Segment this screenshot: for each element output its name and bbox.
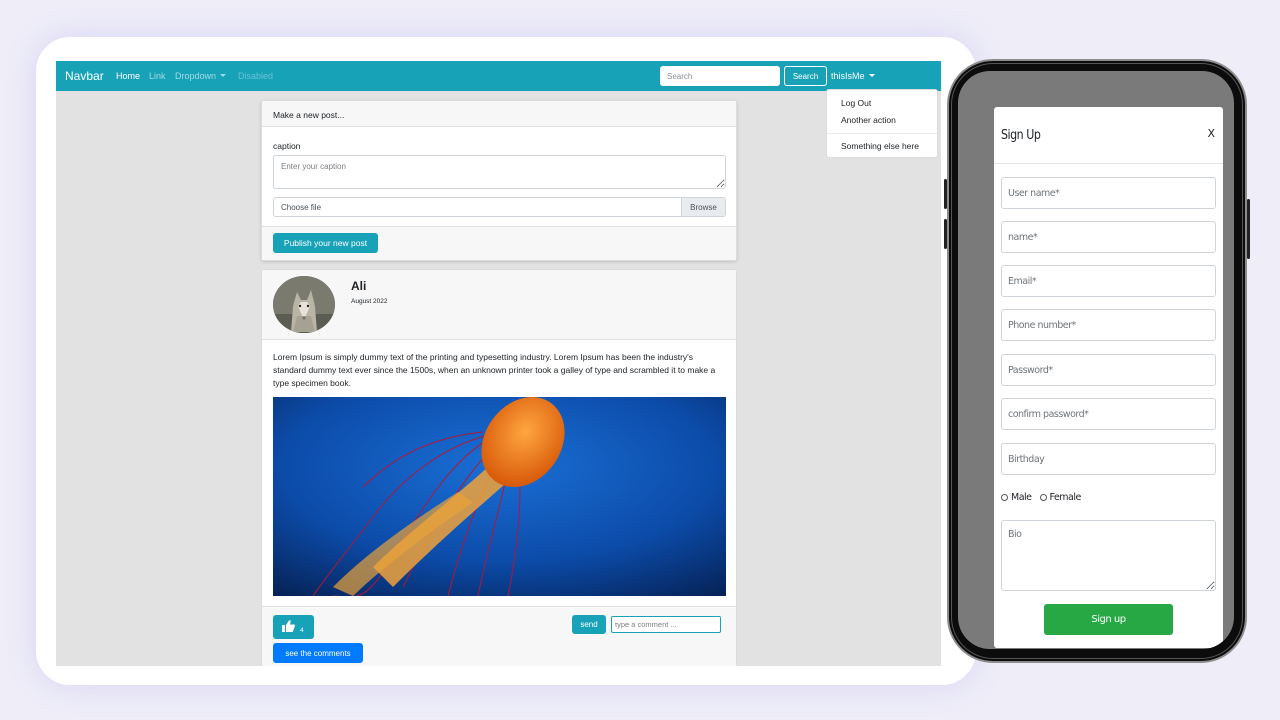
female-label: Female: [1049, 492, 1082, 503]
send-comment-button[interactable]: send: [572, 615, 606, 634]
see-comments-button[interactable]: see the comments: [273, 643, 363, 663]
browse-button[interactable]: Browse: [681, 198, 725, 216]
phone-power-button: [1247, 199, 1250, 259]
signup-title: Sign Up: [1001, 127, 1041, 143]
email-field[interactable]: [1001, 265, 1216, 297]
caret-down-icon: [220, 74, 227, 77]
file-label: Choose file: [281, 203, 322, 212]
signup-modal: Sign Up X Male Female Sign up: [994, 107, 1223, 648]
bio-field[interactable]: [1001, 520, 1216, 591]
search-input[interactable]: [660, 66, 780, 86]
menu-item-another-action[interactable]: Another action: [841, 115, 896, 125]
thumbs-up-icon: [282, 620, 295, 632]
user-dropdown-menu: Log Out Another action Something else he…: [826, 89, 938, 158]
post-date: August 2022: [351, 298, 388, 305]
navbar: Navbar Home Link Dropdown Disabled Searc…: [56, 61, 941, 91]
search-button[interactable]: Search: [784, 66, 827, 86]
confirm-password-field[interactable]: [1001, 398, 1216, 430]
like-count: 4: [300, 627, 304, 634]
phone-field[interactable]: [1001, 309, 1216, 341]
file-input[interactable]: Choose file Browse: [273, 197, 726, 217]
male-radio[interactable]: [1001, 494, 1008, 501]
caption-label: caption: [273, 141, 301, 151]
post-card: Ali August 2022 Lorem Ipsum is simply du…: [261, 269, 737, 666]
username-field[interactable]: [1001, 177, 1216, 209]
caret-down-icon: [868, 74, 875, 77]
navbar-brand[interactable]: Navbar: [65, 69, 104, 83]
new-post-footer: Publish your new post: [262, 226, 736, 260]
new-post-card: Make a new post... caption Choose file B…: [261, 100, 737, 261]
menu-item-something-else[interactable]: Something else here: [841, 141, 919, 151]
new-post-header: Make a new post...: [262, 101, 736, 127]
gender-options: Male Female: [1001, 492, 1081, 503]
close-icon[interactable]: X: [1207, 127, 1215, 140]
male-label: Male: [1011, 492, 1032, 503]
caption-input[interactable]: [273, 155, 726, 189]
user-name: thisIsMe: [831, 71, 865, 81]
jellyfish-image: [273, 397, 726, 596]
post-footer: 4 send see the comments: [262, 606, 736, 666]
post-author[interactable]: Ali: [351, 279, 366, 293]
nav-dropdown-label: Dropdown: [175, 71, 217, 81]
like-button[interactable]: 4: [273, 615, 314, 639]
phone-screen: Sign Up X Male Female Sign up: [958, 71, 1234, 649]
nav-dropdown[interactable]: Dropdown: [175, 71, 227, 81]
wolf-avatar-image: [273, 276, 335, 333]
nav-link-disabled: Disabled: [238, 71, 274, 81]
nav-link-home[interactable]: Home: [116, 71, 140, 81]
post-text: Lorem Ipsum is simply dummy text of the …: [273, 352, 716, 388]
comment-input[interactable]: [611, 616, 721, 633]
post-image: [273, 397, 726, 596]
female-radio[interactable]: [1039, 494, 1047, 501]
avatar[interactable]: [273, 276, 335, 333]
modal-divider: [994, 163, 1223, 164]
user-dropdown-toggle[interactable]: thisIsMe: [831, 71, 875, 81]
name-field[interactable]: [1001, 221, 1216, 253]
signup-button[interactable]: Sign up: [1044, 604, 1173, 635]
phone-mockup: Sign Up X Male Female Sign up: [944, 59, 1250, 663]
password-field[interactable]: [1001, 354, 1216, 386]
birthday-field[interactable]: [1001, 443, 1216, 475]
menu-item-log-out[interactable]: Log Out: [841, 98, 871, 108]
publish-button[interactable]: Publish your new post: [273, 233, 378, 253]
post-header: Ali August 2022: [262, 270, 736, 340]
menu-divider: [827, 133, 937, 134]
desktop-browser: Navbar Home Link Dropdown Disabled Searc…: [56, 61, 941, 666]
nav-link-link[interactable]: Link: [149, 71, 166, 81]
